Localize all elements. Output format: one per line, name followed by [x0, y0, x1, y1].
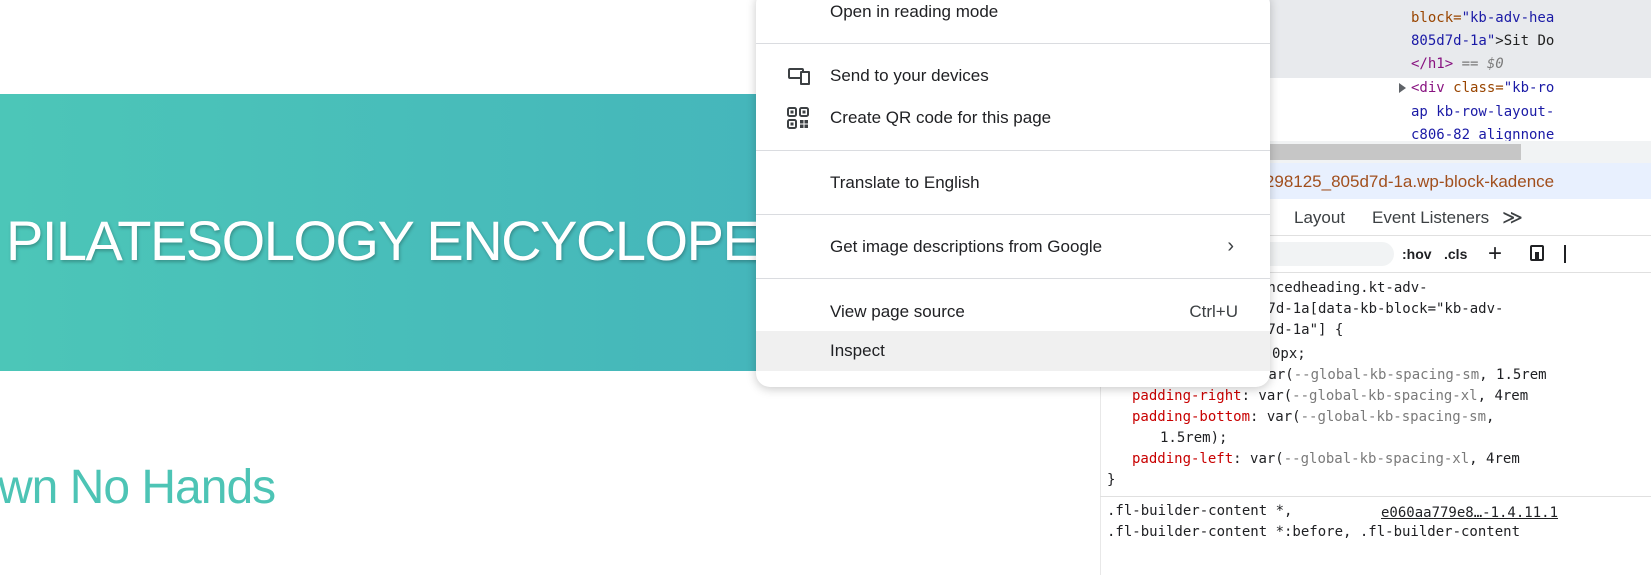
- breadcrumb-selected[interactable]: ng298125_805d7d-1a.wp-block-kadence: [1246, 172, 1554, 192]
- menu-item-send-to-devices[interactable]: Send to your devices: [756, 56, 1270, 96]
- shortcut-label: Ctrl+U: [1189, 302, 1238, 321]
- hov-toggle-button[interactable]: :hov: [1402, 246, 1432, 262]
- menu-item-view-page-source[interactable]: View page source Ctrl+U: [756, 292, 1270, 332]
- menu-item-image-descriptions[interactable]: Get image descriptions from Google ›: [756, 227, 1270, 267]
- style-selector: .fl-builder-content *,: [1107, 503, 1293, 519]
- rule-close-brace: }: [1107, 472, 1116, 488]
- rule-divider: [1100, 496, 1651, 497]
- tab-event-listeners[interactable]: Event Listeners: [1372, 208, 1489, 228]
- menu-item-inspect[interactable]: Inspect: [756, 331, 1270, 371]
- style-declaration[interactable]: padding-left: var(--global-kb-spacing-xl…: [1132, 451, 1520, 467]
- paint-brush-icon[interactable]: [1530, 245, 1544, 261]
- qr-code-icon: [787, 107, 809, 129]
- style-selector: d7d-1a"] {: [1259, 322, 1344, 338]
- banner-title: PILATESOLOGY ENCYCLOPE: [6, 209, 760, 272]
- toggle-sidebar-icon[interactable]: [1564, 245, 1572, 263]
- cls-toggle-button[interactable]: .cls: [1444, 246, 1467, 262]
- expand-arrow-icon[interactable]: [1399, 83, 1406, 93]
- page-heading: wn No Hands: [0, 461, 276, 514]
- context-menu: Open in reading mode Send to your device…: [756, 0, 1270, 387]
- style-declaration[interactable]: var(--global-kb-spacing-sm, 1.5rem: [1260, 367, 1547, 383]
- menu-divider: [756, 214, 1270, 215]
- menu-item-create-qr-code[interactable]: Create QR code for this page: [756, 98, 1270, 138]
- menu-divider: [756, 278, 1270, 279]
- menu-divider: [756, 150, 1270, 151]
- dom-line: 805d7d-1a">Sit Do: [1411, 33, 1555, 49]
- style-declaration: 1.5rem);: [1160, 430, 1228, 446]
- style-selector: ancedheading.kt-adv-: [1259, 280, 1428, 296]
- new-style-rule-icon[interactable]: +: [1488, 240, 1502, 268]
- chevron-right-icon: ›: [1227, 235, 1234, 257]
- dom-line: block="kb-adv-hea: [1411, 10, 1555, 26]
- style-selector: .fl-builder-content *:before, .fl-builde…: [1107, 524, 1521, 540]
- dom-line[interactable]: <div class="kb-ro: [1411, 80, 1554, 96]
- more-tabs-icon[interactable]: ≫: [1502, 205, 1523, 230]
- style-selector: d7d-1a[data-kb-block="kb-adv-: [1259, 301, 1504, 317]
- menu-item-reading-mode[interactable]: Open in reading mode: [756, 0, 1270, 32]
- devices-icon: [788, 68, 810, 85]
- dom-line: ap kb-row-layout-: [1411, 104, 1555, 120]
- style-declaration[interactable]: 0px;: [1272, 346, 1306, 362]
- tab-layout[interactable]: Layout: [1294, 208, 1345, 228]
- dom-line: ts-advancedhead: [1411, 0, 1537, 4]
- dom-line: </h1> == $0: [1411, 56, 1504, 72]
- style-declaration[interactable]: padding-right: var(--global-kb-spacing-x…: [1132, 388, 1528, 404]
- menu-divider: [756, 43, 1270, 44]
- menu-item-translate[interactable]: Translate to English: [756, 163, 1270, 203]
- style-declaration[interactable]: padding-bottom: var(--global-kb-spacing-…: [1132, 409, 1494, 425]
- stylesheet-source-link[interactable]: e060aa779e8…-1.4.11.1: [1381, 505, 1558, 521]
